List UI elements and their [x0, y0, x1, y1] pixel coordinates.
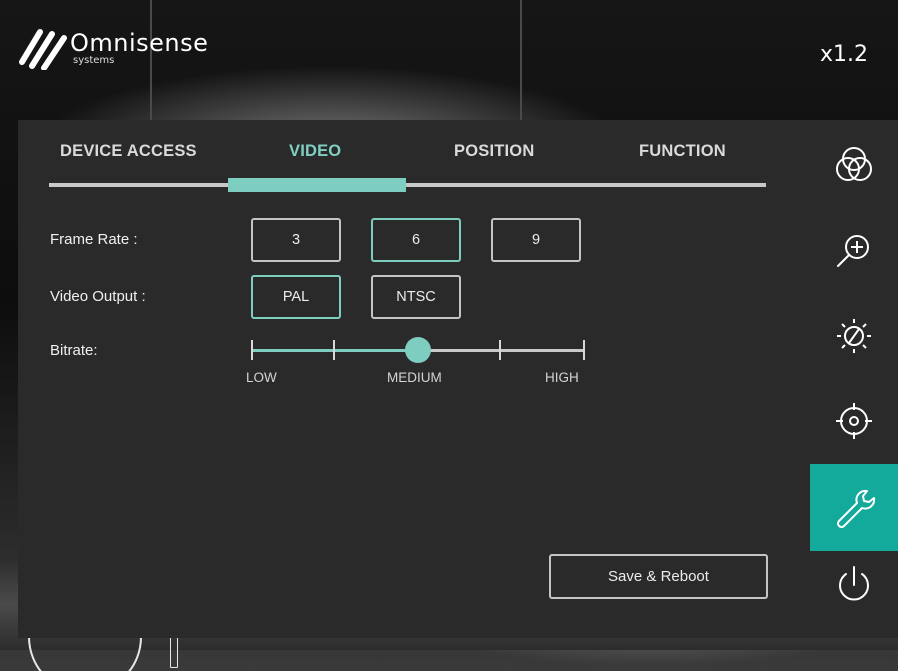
target-button[interactable] [810, 377, 898, 464]
zoom-in-icon [837, 234, 869, 267]
bitrate-level-high: HIGH [545, 370, 579, 385]
mast-line [150, 0, 152, 140]
bitrate-slider[interactable]: LOW MEDIUM HIGH [246, 334, 585, 394]
bitrate-label: Bitrate: [50, 342, 98, 359]
zoom-in-button[interactable] [810, 207, 898, 294]
brand-logo: Omnisense systems [16, 26, 208, 70]
tab-position[interactable]: POSITION [454, 142, 534, 161]
color-circles-icon [836, 146, 872, 181]
brightness-button[interactable] [810, 292, 898, 379]
bitrate-level-medium: MEDIUM [387, 370, 442, 385]
settings-button[interactable] [810, 464, 898, 551]
bitrate-slider-knob[interactable] [405, 337, 431, 363]
mast-line [520, 0, 522, 140]
frame-rate-option-6[interactable]: 6 [371, 218, 461, 262]
settings-panel: DEVICE ACCESS VIDEO POSITION FUNCTION Fr… [18, 120, 810, 638]
bitrate-tick [583, 340, 585, 360]
frame-rate-label: Frame Rate : [50, 231, 138, 248]
crosshair-icon [836, 402, 872, 439]
tab-video[interactable]: VIDEO [289, 142, 341, 161]
brand-subtitle: systems [73, 54, 115, 66]
power-icon [839, 565, 869, 600]
active-tab-indicator [228, 178, 406, 192]
logo-mark-icon [19, 29, 67, 70]
color-settings-button[interactable] [810, 122, 898, 209]
frame-rate-option-9[interactable]: 9 [491, 218, 581, 262]
brightness-icon [837, 318, 871, 353]
frame-rate-option-3[interactable]: 3 [251, 218, 341, 262]
bitrate-tick [251, 340, 253, 360]
bitrate-tick [499, 340, 501, 360]
bitrate-tick [333, 340, 335, 360]
tab-device-access[interactable]: DEVICE ACCESS [60, 142, 197, 161]
indicator-bar [170, 636, 178, 668]
video-output-option-ntsc[interactable]: NTSC [371, 275, 461, 319]
save-reboot-button[interactable]: Save & Reboot [549, 554, 768, 599]
power-button[interactable] [810, 541, 898, 628]
tab-function[interactable]: FUNCTION [639, 142, 726, 161]
right-toolbar [810, 120, 898, 638]
brand-name: Omnisense [70, 28, 209, 57]
bitrate-level-low: LOW [246, 370, 277, 385]
wrench-icon [836, 489, 876, 528]
settings-tabs: DEVICE ACCESS VIDEO POSITION FUNCTION [18, 120, 810, 192]
zoom-level-readout: x1.2 [819, 42, 868, 67]
tab-track [49, 183, 766, 187]
video-output-label: Video Output : [50, 288, 146, 305]
video-output-option-pal[interactable]: PAL [251, 275, 341, 319]
